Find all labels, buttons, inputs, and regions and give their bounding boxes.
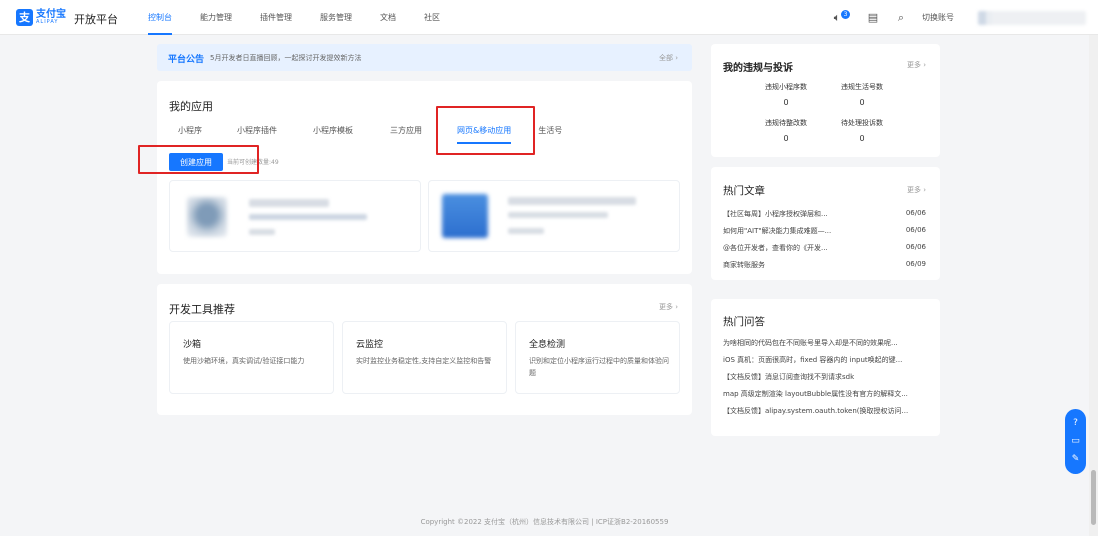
nav-community[interactable]: 社区 <box>424 0 440 35</box>
nav-console[interactable]: 控制台 <box>148 0 172 35</box>
search-icon[interactable]: ⌕ <box>894 11 908 25</box>
hot-qa-panel: 热门问答 为啥相同的代码包在不同账号里导入却是不同的效果呢... iOS 真机：… <box>711 299 940 436</box>
violations-title: 我的违规与投诉 <box>723 63 793 74</box>
dev-tools-title: 开发工具推荐 <box>169 303 235 316</box>
nav-docs[interactable]: 文档 <box>380 0 396 35</box>
tab-mini-program-plugin[interactable]: 小程序插件 <box>237 125 277 144</box>
floating-help-bar: ? ▭ ✎ <box>1065 409 1086 474</box>
nav-capability[interactable]: 能力管理 <box>200 0 232 35</box>
qa-item[interactable]: 【文档反馈】alipay.system.oauth.token(换取授权访问..… <box>723 406 928 418</box>
tool-desc: 识别和定位小程序运行过程中的质量和体验问题 <box>529 357 669 377</box>
app-status-blurred <box>249 229 275 235</box>
tool-name: 全息检测 <box>529 340 566 350</box>
article-item[interactable]: 商家转账服务 06/09 <box>723 260 928 272</box>
dev-tools-more-link[interactable]: 更多 › <box>659 302 678 312</box>
qa-item[interactable]: 为啥相同的代码包在不同账号里导入却是不同的效果呢... <box>723 338 928 350</box>
speaker-icon[interactable]: 🔈︎ 3 <box>830 9 850 25</box>
app-icon-blurred <box>187 197 227 237</box>
tab-mini-program-template[interactable]: 小程序模板 <box>313 125 353 144</box>
hot-articles-title: 热门文章 <box>723 185 765 197</box>
tool-name: 云监控 <box>356 340 384 350</box>
chat-icon[interactable]: ▭ <box>1069 435 1082 448</box>
qa-item[interactable]: iOS 真机：页面很高时，fixed 容器内的 input唤起的键... <box>723 355 928 367</box>
stat-label: 违规待整改数 <box>765 119 807 127</box>
user-avatar-blurred[interactable] <box>978 10 1086 25</box>
qa-item[interactable]: map 高级定制渲染 layoutBubble属性没有官方的解释文... <box>723 389 928 401</box>
tab-life-account[interactable]: 生活号 <box>538 125 562 144</box>
main-nav: 控制台 能力管理 插件管理 服务管理 文档 社区 <box>148 0 468 35</box>
article-item[interactable]: 如何用"AIT"解决能力集成难题—... 06/06 <box>723 226 928 238</box>
tool-card-holographic-check[interactable]: 全息检测 识别和定位小程序运行过程中的质量和体验问题 <box>515 321 680 394</box>
dev-tools-panel: 开发工具推荐 更多 › 沙箱 使用沙箱环境，真实调试/验证接口能力 云监控 实时… <box>157 284 692 415</box>
message-count-badge: 3 <box>841 9 850 19</box>
announcement-bar[interactable]: 平台公告 5月开发者日直播回顾，一起探讨开发提效新方法 全部 › <box>157 44 692 71</box>
announcement-title: 平台公告 <box>168 55 205 65</box>
nav-service[interactable]: 服务管理 <box>320 0 352 35</box>
hot-qa-title: 热门问答 <box>723 316 765 328</box>
top-navbar: 支 支付宝 ALIPAY 开放平台 控制台 能力管理 插件管理 服务管理 文档 … <box>0 0 1098 35</box>
question-icon[interactable]: ? <box>1069 417 1082 430</box>
app-card-2[interactable] <box>428 180 680 252</box>
my-apps-panel: 我的应用 小程序 小程序插件 小程序模板 三方应用 网页&移动应用 生活号 创建… <box>157 81 692 274</box>
announcement-all-link[interactable]: 全部 › <box>659 53 678 63</box>
my-apps-title: 我的应用 <box>169 100 213 113</box>
article-item[interactable]: @各位开发者，查看你的《开发... 06/06 <box>723 243 928 255</box>
tool-name: 沙箱 <box>183 340 202 350</box>
hot-articles-more-link[interactable]: 更多 › <box>907 185 926 195</box>
switch-account-link[interactable]: 切换账号 <box>922 12 954 23</box>
stat-value[interactable]: 0 <box>827 134 897 143</box>
footer-copyright: Copyright ©2022 支付宝（杭州）信息技术有限公司 | ICP证浙B… <box>420 518 669 526</box>
logo-en-text: ALIPAY <box>36 19 59 25</box>
document-icon[interactable]: ▤ <box>866 11 880 25</box>
scrollbar-thumb[interactable] <box>1091 470 1096 525</box>
app-card-1[interactable] <box>169 180 421 252</box>
app-status-blurred <box>508 228 544 234</box>
page-scrollbar[interactable] <box>1089 35 1098 536</box>
stat-value[interactable]: 0 <box>827 98 897 107</box>
stat-label: 违规生活号数 <box>841 83 883 91</box>
tab-mini-program[interactable]: 小程序 <box>178 125 202 144</box>
nav-plugin[interactable]: 插件管理 <box>260 0 292 35</box>
announcement-text[interactable]: 5月开发者日直播回顾，一起探讨开发提效新方法 <box>210 53 361 63</box>
create-quota-text: 当前可创建数量:49 <box>227 159 279 166</box>
app-id-blurred <box>508 212 608 218</box>
violations-more-link[interactable]: 更多 › <box>907 60 926 70</box>
app-type-tabs: 小程序 小程序插件 小程序模板 三方应用 网页&移动应用 生活号 <box>169 125 562 144</box>
qa-item[interactable]: 【文档反馈】消息订阅查询找不到请求sdk <box>723 372 928 384</box>
tool-card-sandbox[interactable]: 沙箱 使用沙箱环境，真实调试/验证接口能力 <box>169 321 334 394</box>
stat-label: 待处理投诉数 <box>841 119 883 127</box>
stat-label: 违规小程序数 <box>765 83 807 91</box>
tab-third-party-app[interactable]: 三方应用 <box>390 125 422 144</box>
alipay-logo[interactable]: 支 支付宝 ALIPAY <box>16 9 66 26</box>
stat-value[interactable]: 0 <box>751 134 821 143</box>
app-id-blurred <box>249 214 367 220</box>
stat-value[interactable]: 0 <box>751 98 821 107</box>
app-name-blurred <box>508 197 636 205</box>
hot-articles-panel: 热门文章 更多 › 【社区每周】小程序授权弹层和... 06/06 如何用"AIT… <box>711 167 940 280</box>
tab-web-mobile-app[interactable]: 网页&移动应用 <box>457 125 512 144</box>
create-app-button[interactable]: 创建应用 <box>169 153 223 171</box>
alipay-logo-icon: 支 <box>16 9 33 26</box>
violations-panel: 我的违规与投诉 更多 › 违规小程序数 违规生活号数 0 0 违规待整改数 待处… <box>711 44 940 157</box>
feedback-icon[interactable]: ✎ <box>1069 453 1082 466</box>
platform-name: 开放平台 <box>74 13 118 26</box>
tool-desc: 使用沙箱环境，真实调试/验证接口能力 <box>183 357 305 365</box>
article-item[interactable]: 【社区每周】小程序授权弹层和... 06/06 <box>723 209 928 221</box>
app-name-blurred <box>249 199 329 207</box>
app-icon-blurred <box>442 194 488 238</box>
tool-card-cloud-monitor[interactable]: 云监控 实时监控业务稳定性,支持自定义监控和告警 <box>342 321 507 394</box>
tool-desc: 实时监控业务稳定性,支持自定义监控和告警 <box>356 357 492 365</box>
